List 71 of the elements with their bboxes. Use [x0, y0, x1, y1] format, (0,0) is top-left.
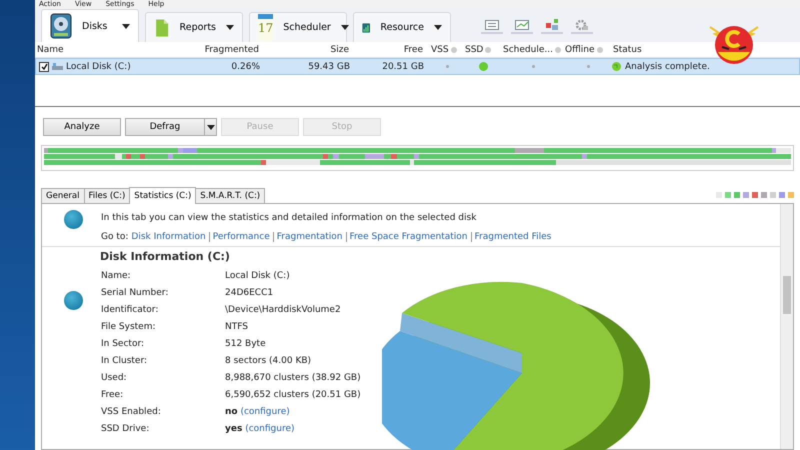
- column-header[interactable]: VSS: [431, 44, 449, 54]
- link[interactable]: Performance: [208, 232, 270, 242]
- toolbar-tab[interactable]: Disks: [41, 9, 139, 42]
- section-title: Disk Information (C:): [99, 249, 231, 263]
- field-label: In Cluster:: [101, 356, 148, 366]
- info-icon: [450, 46, 457, 52]
- toolbar-tab[interactable]: Resource: [353, 12, 451, 42]
- goto-label: Go to:: [101, 232, 128, 242]
- link[interactable]: Free Space Fragmentation: [346, 232, 468, 242]
- calendar-icon: 17: [258, 14, 274, 41]
- field-label: Identificator:: [101, 304, 160, 314]
- field-label: SSD Drive:: [101, 424, 150, 434]
- disk-name: Local Disk (C:): [66, 62, 131, 72]
- column-header[interactable]: Status: [613, 44, 642, 54]
- field-value: NTFS: [225, 322, 249, 332]
- dot-icon: [586, 65, 590, 68]
- field-label: Name:: [101, 270, 132, 280]
- field-value: 8 sectors (4.00 KB): [225, 356, 312, 366]
- link[interactable]: Fragmented Files: [470, 232, 552, 242]
- dot-icon: [532, 65, 534, 68]
- tab[interactable]: General: [41, 188, 84, 203]
- column-header[interactable]: Name: [37, 44, 64, 54]
- field-value: no (configure): [225, 406, 291, 416]
- column-header[interactable]: Free: [404, 44, 423, 54]
- field-label: File System:: [101, 322, 157, 332]
- link[interactable]: (configure): [245, 424, 295, 434]
- field-label: VSS Enabled:: [101, 406, 162, 416]
- column-header[interactable]: Size: [330, 44, 349, 54]
- field-label: Free:: [101, 390, 124, 400]
- link[interactable]: Disk Information: [131, 232, 206, 242]
- field-label: Serial Number:: [101, 288, 170, 298]
- table-cell-text: 20.51 GB: [381, 62, 425, 72]
- disk-row[interactable]: Local Disk (C:) 0.26% 59.43 GB 20.51 GB Analysis complete.: [35, 58, 800, 75]
- check-circle-icon: [478, 62, 488, 71]
- checkbox[interactable]: [39, 62, 49, 72]
- link[interactable]: (configure): [240, 406, 290, 416]
- column-header[interactable]: Offline: [565, 44, 595, 54]
- field-value: 512 Byte: [225, 338, 267, 348]
- intro-text: In this tab you can view the statistics and detailed information on the selected disk: [101, 213, 478, 223]
- field-value: 6,590,652 clusters (20.51 GB): [225, 390, 361, 400]
- globe-icon: [612, 62, 621, 71]
- drive-icon: [52, 62, 63, 70]
- field-value: 24D6ECC1: [225, 288, 274, 298]
- column-header[interactable]: Schedule...: [503, 44, 553, 54]
- action-button[interactable]: Defrag: [125, 118, 205, 136]
- dot-icon: [446, 65, 448, 68]
- info-icon: [64, 210, 83, 229]
- info-icon: [596, 46, 603, 52]
- link[interactable]: Fragmentation: [272, 232, 343, 242]
- table-cell-text: 59.43 GB: [307, 62, 351, 72]
- table-cell-text: 0.26%: [230, 62, 261, 72]
- field-label: In Sector:: [101, 338, 146, 348]
- info-icon: [64, 291, 83, 310]
- field-value: Local Disk (C:): [225, 270, 291, 280]
- scrollbar[interactable]: [780, 204, 793, 449]
- dropdown-button[interactable]: [205, 118, 217, 136]
- status-text: Analysis complete.: [625, 62, 710, 72]
- field-value: 8,988,670 clusters (38.92 GB): [225, 372, 361, 382]
- field-value: \Device\HarddiskVolume2: [225, 304, 342, 314]
- tab[interactable]: S.M.A.R.T. (C:): [195, 188, 266, 203]
- info-icon: [485, 46, 492, 52]
- toolbar-tab[interactable]: Reports: [145, 12, 243, 42]
- column-header[interactable]: Fragmented: [204, 44, 259, 54]
- field-label: Used:: [101, 372, 128, 382]
- toolbar-tab[interactable]: 17 Scheduler: [249, 12, 347, 42]
- field-value: yes (configure): [225, 424, 296, 434]
- info-icon: [554, 46, 561, 52]
- column-header[interactable]: SSD: [465, 44, 484, 54]
- action-button[interactable]: Analyze: [43, 118, 121, 136]
- tab[interactable]: Statistics (C:): [129, 187, 196, 204]
- tab[interactable]: Files (C:): [84, 188, 130, 203]
